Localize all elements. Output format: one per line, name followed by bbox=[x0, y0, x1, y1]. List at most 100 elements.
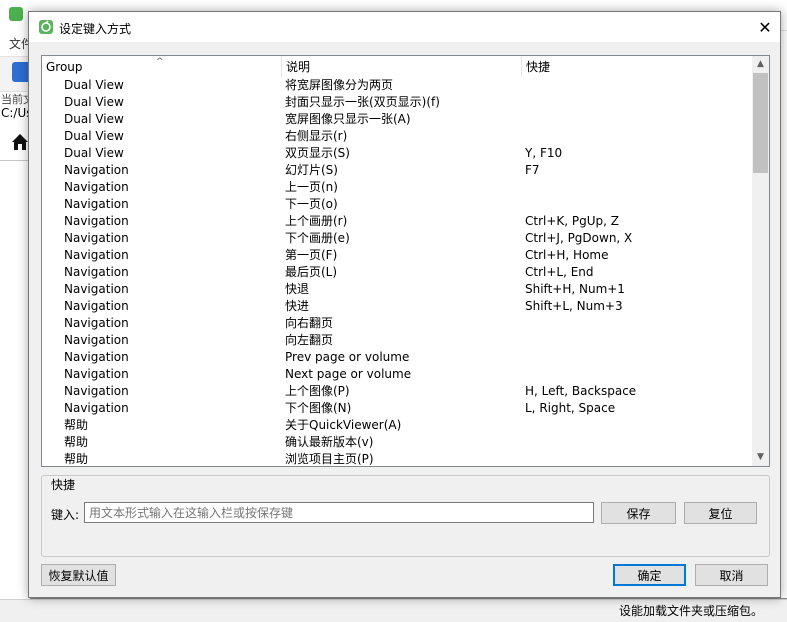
status-text: 设能加载文件夹或压缩包。 bbox=[618, 604, 763, 618]
row-description-cell: 宽屏图像只显示一张(A) bbox=[285, 112, 411, 126]
vertical-scrollbar[interactable]: ▲ ▼ bbox=[752, 56, 769, 466]
column-header-description[interactable]: 说明 bbox=[282, 56, 522, 77]
row-group-cell: Dual View bbox=[64, 95, 124, 109]
row-group-cell: Navigation bbox=[64, 282, 129, 296]
row-description-cell: 双页显示(S) bbox=[285, 146, 350, 160]
row-description-cell: 浏览项目主页(P) bbox=[285, 452, 374, 466]
row-group-cell: Navigation bbox=[64, 197, 129, 211]
back-icon[interactable] bbox=[12, 62, 28, 82]
row-group-cell: Navigation bbox=[64, 350, 129, 364]
list-item[interactable]: Navigation 下一页(o) bbox=[42, 196, 751, 213]
restore-defaults-button[interactable]: 恢复默认值 bbox=[41, 564, 116, 586]
row-description-cell: 下个画册(e) bbox=[285, 231, 350, 245]
home-icon[interactable] bbox=[10, 132, 30, 152]
row-group-cell: Dual View bbox=[64, 146, 124, 160]
row-description-cell: 上个图像(P) bbox=[285, 384, 350, 398]
list-item[interactable]: Navigation Prev page or volume bbox=[42, 349, 751, 366]
row-description-cell: 上一页(n) bbox=[285, 180, 338, 194]
row-group-cell: Navigation bbox=[64, 299, 129, 313]
row-shortcut-cell bbox=[525, 94, 749, 111]
list-item[interactable]: 帮助 确认最新版本(v) bbox=[42, 434, 751, 451]
row-shortcut-cell bbox=[525, 366, 749, 383]
row-description-cell: 快退 bbox=[285, 282, 310, 296]
row-group-cell: Navigation bbox=[64, 384, 129, 398]
row-description-cell: 下个图像(N) bbox=[285, 401, 352, 415]
cancel-button[interactable]: 取消 bbox=[695, 564, 768, 586]
row-description-cell: 下一页(o) bbox=[285, 197, 338, 211]
row-group-cell: Navigation bbox=[64, 163, 129, 177]
row-group-cell: Dual View bbox=[64, 78, 124, 92]
reset-button[interactable]: 复位 bbox=[684, 502, 757, 524]
row-group-cell: Navigation bbox=[64, 333, 129, 347]
row-shortcut-cell bbox=[525, 434, 749, 451]
list-item[interactable]: Navigation 向右翻页 bbox=[42, 315, 751, 332]
list-item[interactable]: Navigation 下个画册(e) Ctrl+J, PgDown, X bbox=[42, 230, 751, 247]
list-item[interactable]: Dual View 右侧显示(r) bbox=[42, 128, 751, 145]
scroll-thumb[interactable] bbox=[753, 73, 768, 173]
row-shortcut-cell bbox=[525, 196, 749, 213]
row-group-cell: Navigation bbox=[64, 214, 129, 228]
key-input[interactable] bbox=[84, 502, 594, 523]
row-group-cell: Navigation bbox=[64, 231, 129, 245]
list-item[interactable]: Dual View 将宽屏图像分为两页 bbox=[42, 77, 751, 94]
list-item[interactable]: Dual View 宽屏图像只显示一张(A) bbox=[42, 111, 751, 128]
list-item[interactable]: Dual View 双页显示(S) Y, F10 bbox=[42, 145, 751, 162]
row-description-cell: Prev page or volume bbox=[285, 350, 410, 364]
row-shortcut-cell: Y, F10 bbox=[525, 146, 563, 160]
scroll-down-icon[interactable]: ▼ bbox=[752, 449, 769, 466]
list-item[interactable]: 帮助 浏览项目主页(P) bbox=[42, 451, 751, 466]
row-shortcut-cell: H, Left, Backspace bbox=[525, 384, 637, 398]
list-item[interactable]: Navigation 下个图像(N) L, Right, Space bbox=[42, 400, 751, 417]
scroll-up-icon[interactable]: ▲ bbox=[752, 56, 769, 73]
row-description-cell: 快进 bbox=[285, 299, 310, 313]
row-shortcut-cell: Ctrl+J, PgDown, X bbox=[525, 231, 633, 245]
row-shortcut-cell bbox=[525, 179, 749, 196]
row-group-cell: Navigation bbox=[64, 265, 129, 279]
save-button[interactable]: 保存 bbox=[601, 502, 676, 524]
app-logo-icon bbox=[39, 20, 53, 34]
column-header-shortcut[interactable]: 快捷 bbox=[522, 56, 751, 77]
ok-button[interactable]: 确定 bbox=[613, 564, 686, 586]
row-shortcut-cell bbox=[525, 77, 749, 94]
list-header: Group ^ 说明 快捷 bbox=[42, 56, 751, 77]
row-description-cell: 第一页(F) bbox=[285, 248, 338, 262]
dialog-titlebar: 设定键入方式 ✕ bbox=[29, 12, 780, 42]
row-shortcut-cell: Ctrl+L, End bbox=[525, 265, 594, 279]
row-shortcut-cell: F7 bbox=[525, 163, 540, 177]
key-input-label: 键入: bbox=[51, 508, 80, 522]
list-item[interactable]: Navigation Next page or volume bbox=[42, 366, 751, 383]
list-item[interactable]: Dual View 封面只显示一张(双页显示)(f) bbox=[42, 94, 751, 111]
folder-pane bbox=[0, 160, 30, 601]
row-group-cell: Dual View bbox=[64, 112, 124, 126]
row-group-cell: Dual View bbox=[64, 129, 124, 143]
list-item[interactable]: Navigation 快退 Shift+H, Num+1 bbox=[42, 281, 751, 298]
row-shortcut-cell: L, Right, Space bbox=[525, 401, 616, 415]
row-description-cell: 向左翻页 bbox=[285, 333, 334, 347]
list-item[interactable]: Navigation 最后页(L) Ctrl+L, End bbox=[42, 264, 751, 281]
row-group-cell: Navigation bbox=[64, 401, 129, 415]
list-item[interactable]: Navigation 第一页(F) Ctrl+H, Home bbox=[42, 247, 751, 264]
row-group-cell: Navigation bbox=[64, 367, 129, 381]
row-shortcut-cell bbox=[525, 451, 749, 466]
dialog-title: 设定键入方式 bbox=[59, 22, 132, 36]
list-item[interactable]: Navigation 上个画册(r) Ctrl+K, PgUp, Z bbox=[42, 213, 751, 230]
column-header-group[interactable]: Group ^ bbox=[42, 56, 282, 77]
row-group-cell: 帮助 bbox=[64, 418, 89, 432]
close-icon[interactable]: ✕ bbox=[750, 12, 780, 42]
row-shortcut-cell bbox=[525, 417, 749, 434]
row-description-cell: 最后页(L) bbox=[285, 265, 338, 279]
row-shortcut-cell: Ctrl+H, Home bbox=[525, 248, 609, 262]
list-item[interactable]: 帮助 关于QuickViewer(A) bbox=[42, 417, 751, 434]
row-group-cell: Navigation bbox=[64, 316, 129, 330]
row-shortcut-cell bbox=[525, 111, 749, 128]
list-item[interactable]: Navigation 幻灯片(S) F7 bbox=[42, 162, 751, 179]
row-group-cell: 帮助 bbox=[64, 435, 89, 449]
list-item[interactable]: Navigation 快进 Shift+L, Num+3 bbox=[42, 298, 751, 315]
row-description-cell: 封面只显示一张(双页显示)(f) bbox=[285, 95, 440, 109]
list-item[interactable]: Navigation 向左翻页 bbox=[42, 332, 751, 349]
list-item[interactable]: Navigation 上个图像(P) H, Left, Backspace bbox=[42, 383, 751, 400]
shortcut-list[interactable]: Group ^ 说明 快捷 Dual View 将宽屏图像分为两页 Dual Vie… bbox=[41, 55, 770, 467]
row-description-cell: 幻灯片(S) bbox=[285, 163, 338, 177]
row-description-cell: Next page or volume bbox=[285, 367, 412, 381]
list-item[interactable]: Navigation 上一页(n) bbox=[42, 179, 751, 196]
